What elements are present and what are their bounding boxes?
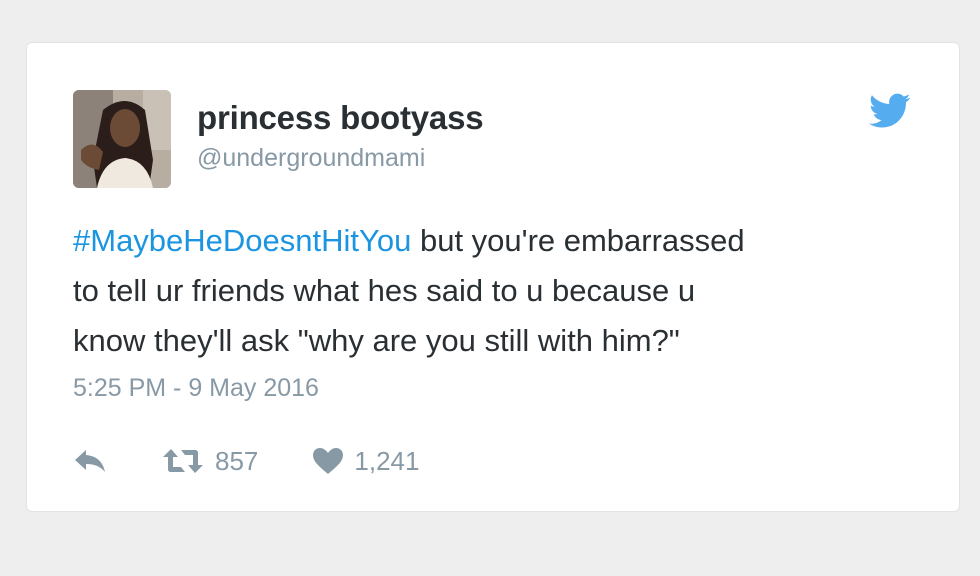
avatar[interactable] <box>73 90 171 188</box>
user-handle[interactable]: @undergroundmami <box>197 144 425 173</box>
reply-button[interactable] <box>73 448 107 474</box>
display-name[interactable]: princess bootyass <box>197 99 484 137</box>
like-count: 1,241 <box>354 445 420 476</box>
reply-icon <box>73 448 107 474</box>
retweet-button[interactable]: 857 <box>161 446 258 477</box>
tweet-line-3: know they'll ask "why are you still with… <box>73 323 680 358</box>
avatar-image <box>73 90 171 188</box>
like-button[interactable]: 1,241 <box>312 446 419 477</box>
tweet-line-2: to tell ur friends what hes said to u be… <box>73 273 696 308</box>
retweet-icon <box>161 447 205 475</box>
retweet-count: 857 <box>215 445 259 476</box>
twitter-bird-icon[interactable] <box>869 93 911 129</box>
tweet-actions: 857 1,241 <box>73 441 419 481</box>
tweet-text: #MaybeHeDoesntHitYou but you're embarras… <box>73 216 923 366</box>
heart-icon <box>312 447 344 475</box>
hashtag-link[interactable]: #MaybeHeDoesntHitYou <box>73 223 411 258</box>
tweet-line-1-text: but you're embarrassed <box>411 223 745 258</box>
tweet-line-1: #MaybeHeDoesntHitYou but you're embarras… <box>73 216 923 266</box>
tweet-timestamp[interactable]: 5:25 PM - 9 May 2016 <box>73 374 319 403</box>
tweet-card: princess bootyass @undergroundmami #Mayb… <box>26 42 960 512</box>
